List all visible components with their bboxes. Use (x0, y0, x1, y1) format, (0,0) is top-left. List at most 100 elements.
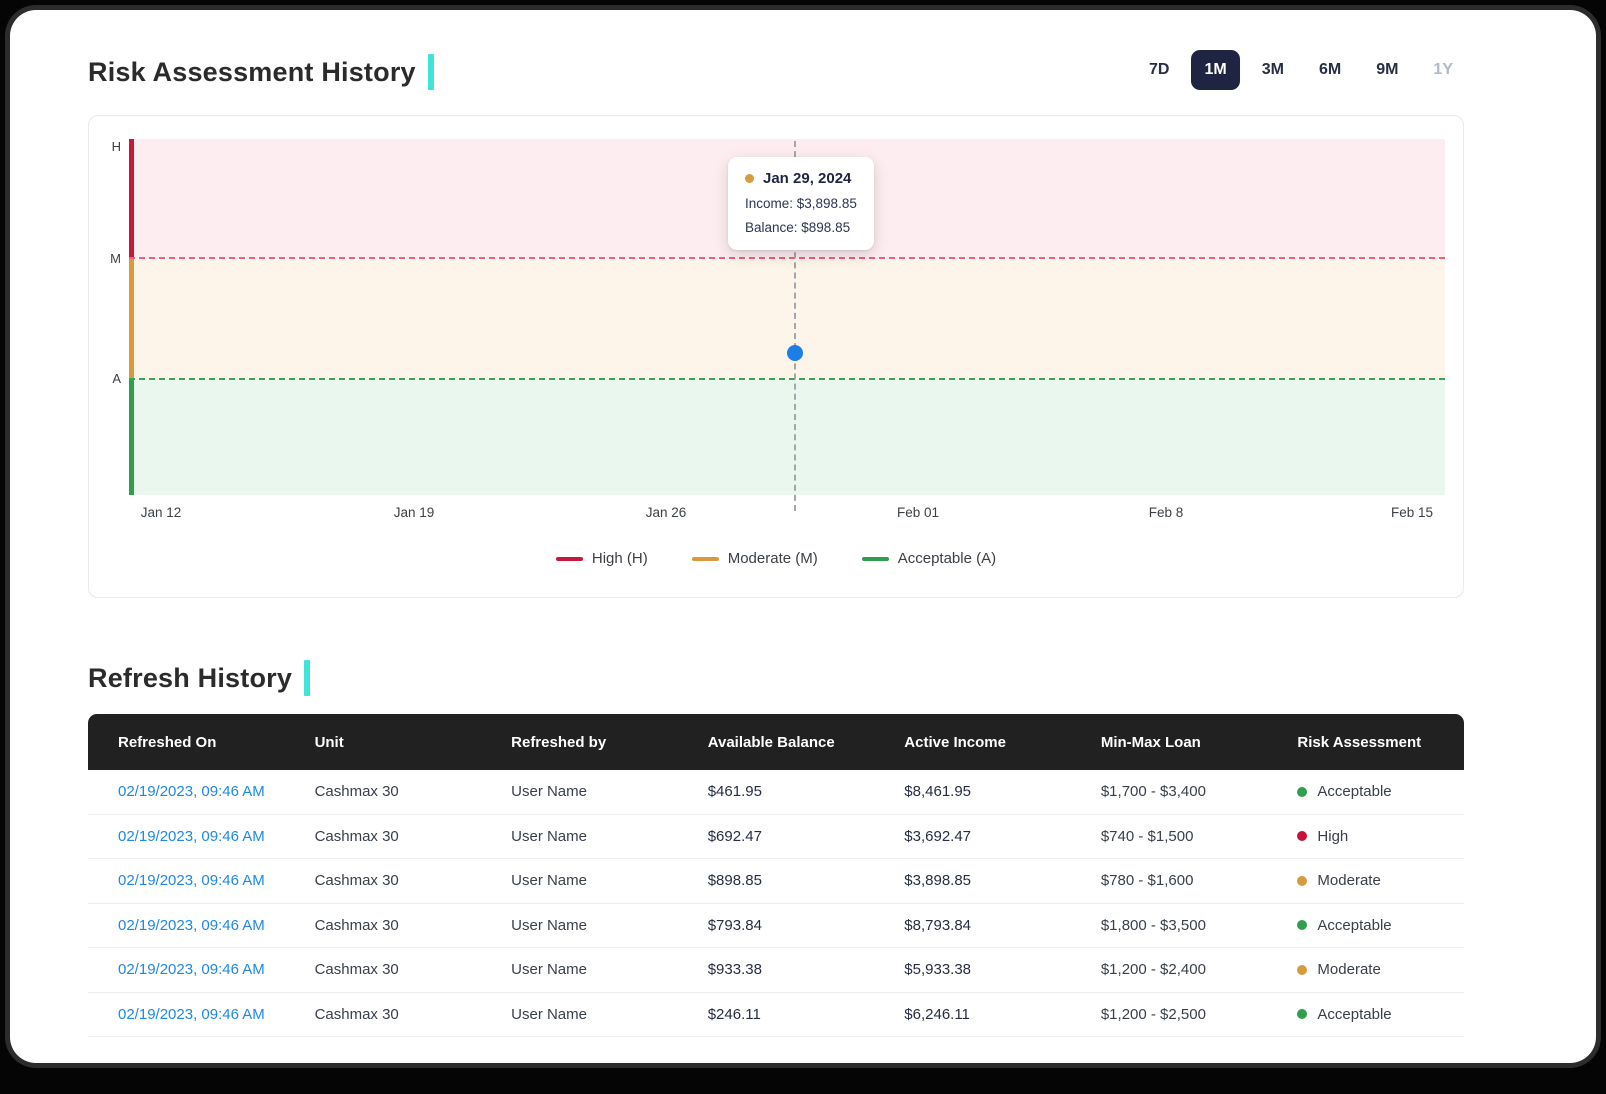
legend-item-acceptable[interactable]: Acceptable (A) (862, 550, 996, 567)
risk-status-label: Acceptable (1317, 1006, 1391, 1023)
min-max-loan-cell: $1,200 - $2,400 (1071, 961, 1268, 978)
table-row: 02/19/2023, 09:46 AM Cashmax 30 User Nam… (88, 859, 1464, 904)
refreshed-on-link[interactable]: 02/19/2023, 09:46 AM (88, 828, 285, 845)
col-header-min-max-loan: Min-Max Loan (1071, 734, 1268, 751)
y-axis-high-segment (129, 139, 134, 258)
time-range-tabs: 7D 1M 3M 6M 9M 1Y (1136, 50, 1466, 90)
refreshed-on-link[interactable]: 02/19/2023, 09:46 AM (88, 783, 285, 800)
risk-section-header: Risk Assessment History (88, 54, 434, 90)
range-tab-6m[interactable]: 6M (1306, 50, 1354, 90)
x-tick-feb-15: Feb 15 (1391, 505, 1433, 520)
table-row: 02/19/2023, 09:46 AM Cashmax 30 User Nam… (88, 904, 1464, 949)
range-tab-9m[interactable]: 9M (1363, 50, 1411, 90)
risk-status-dot-icon (1297, 965, 1307, 975)
col-header-available-balance: Available Balance (678, 734, 875, 751)
risk-status-dot-icon (1297, 787, 1307, 797)
x-tick-feb-01: Feb 01 (897, 505, 939, 520)
active-income-cell: $6,246.11 (874, 1006, 1071, 1023)
table-row: 02/19/2023, 09:46 AM Cashmax 30 User Nam… (88, 770, 1464, 815)
legend-label-high: High (H) (592, 550, 648, 567)
legend-item-moderate[interactable]: Moderate (M) (692, 550, 818, 567)
x-tick-jan-12: Jan 12 (141, 505, 182, 520)
y-axis-acceptable-segment (129, 379, 134, 495)
range-tab-1m[interactable]: 1M (1191, 50, 1239, 90)
y-tick-acceptable: A (99, 371, 121, 386)
legend-line-high-icon (556, 557, 583, 561)
legend-line-moderate-icon (692, 557, 719, 561)
tooltip-date: Jan 29, 2024 (763, 170, 851, 187)
legend-line-acceptable-icon (862, 557, 889, 561)
available-balance-cell: $933.38 (678, 961, 875, 978)
x-tick-jan-19: Jan 19 (394, 505, 435, 520)
min-max-loan-cell: $1,800 - $3,500 (1071, 917, 1268, 934)
unit-cell: Cashmax 30 (285, 783, 482, 800)
risk-status-dot-icon (1297, 1009, 1307, 1019)
range-tab-7d[interactable]: 7D (1136, 50, 1182, 90)
table-row: 02/19/2023, 09:46 AM Cashmax 30 User Nam… (88, 948, 1464, 993)
range-tab-1y[interactable]: 1Y (1420, 50, 1466, 90)
risk-chart-panel: H M A Jan 29, 2024 Income: $3,898.85 Bal… (88, 115, 1464, 598)
refreshed-by-cell: User Name (481, 1006, 678, 1023)
refreshed-by-cell: User Name (481, 828, 678, 845)
risk-assessment-cell: High (1267, 828, 1464, 845)
moderate-risk-band (129, 258, 1445, 379)
active-income-cell: $3,692.47 (874, 828, 1071, 845)
risk-status-label: Moderate (1317, 872, 1380, 889)
tooltip-marker-icon (745, 174, 754, 183)
refresh-history-table: Refreshed On Unit Refreshed by Available… (88, 714, 1464, 1037)
risk-status-label: High (1317, 828, 1348, 845)
legend-label-acceptable: Acceptable (A) (898, 550, 996, 567)
title-accent-bar (304, 660, 310, 696)
refreshed-by-cell: User Name (481, 917, 678, 934)
y-axis-moderate-segment (129, 258, 134, 379)
acceptable-risk-band (129, 379, 1445, 495)
col-header-risk-assessment: Risk Assessment (1267, 734, 1464, 751)
title-accent-bar (428, 54, 434, 90)
risk-status-dot-icon (1297, 920, 1307, 930)
risk-assessment-cell: Moderate (1267, 961, 1464, 978)
refresh-section-title: Refresh History (88, 663, 292, 694)
refreshed-by-cell: User Name (481, 872, 678, 889)
tooltip-balance: Balance: $898.85 (745, 220, 857, 235)
min-max-loan-cell: $740 - $1,500 (1071, 828, 1268, 845)
available-balance-cell: $692.47 (678, 828, 875, 845)
refreshed-on-link[interactable]: 02/19/2023, 09:46 AM (88, 917, 285, 934)
legend-item-high[interactable]: High (H) (556, 550, 648, 567)
table-header-row: Refreshed On Unit Refreshed by Available… (88, 714, 1464, 770)
moderate-threshold-line (129, 257, 1445, 259)
chart-tooltip: Jan 29, 2024 Income: $3,898.85 Balance: … (728, 157, 874, 250)
risk-assessment-cell: Acceptable (1267, 917, 1464, 934)
active-income-cell: $8,461.95 (874, 783, 1071, 800)
tooltip-income: Income: $3,898.85 (745, 196, 857, 211)
dashboard-card: Risk Assessment History 7D 1M 3M 6M 9M 1… (10, 10, 1596, 1063)
y-tick-moderate: M (99, 251, 121, 266)
x-tick-jan-26: Jan 26 (646, 505, 687, 520)
col-header-refreshed-on: Refreshed On (88, 734, 285, 751)
risk-assessment-cell: Moderate (1267, 872, 1464, 889)
refreshed-on-link[interactable]: 02/19/2023, 09:46 AM (88, 961, 285, 978)
x-tick-feb-8: Feb 8 (1149, 505, 1184, 520)
table-row: 02/19/2023, 09:46 AM Cashmax 30 User Nam… (88, 815, 1464, 860)
min-max-loan-cell: $1,200 - $2,500 (1071, 1006, 1268, 1023)
range-tab-3m[interactable]: 3M (1249, 50, 1297, 90)
chart-legend: High (H) Moderate (M) Acceptable (A) (89, 550, 1463, 567)
available-balance-cell: $246.11 (678, 1006, 875, 1023)
unit-cell: Cashmax 30 (285, 961, 482, 978)
risk-assessment-cell: Acceptable (1267, 783, 1464, 800)
refreshed-on-link[interactable]: 02/19/2023, 09:46 AM (88, 1006, 285, 1023)
col-header-unit: Unit (285, 734, 482, 751)
risk-section-title: Risk Assessment History (88, 57, 416, 88)
risk-status-dot-icon (1297, 831, 1307, 841)
refreshed-on-link[interactable]: 02/19/2023, 09:46 AM (88, 872, 285, 889)
risk-assessment-cell: Acceptable (1267, 1006, 1464, 1023)
refreshed-by-cell: User Name (481, 783, 678, 800)
risk-status-label: Moderate (1317, 961, 1380, 978)
acceptable-threshold-line (129, 378, 1445, 380)
data-point-jan-29[interactable] (787, 345, 803, 361)
available-balance-cell: $461.95 (678, 783, 875, 800)
risk-status-dot-icon (1297, 876, 1307, 886)
unit-cell: Cashmax 30 (285, 917, 482, 934)
unit-cell: Cashmax 30 (285, 1006, 482, 1023)
legend-label-moderate: Moderate (M) (728, 550, 818, 567)
tooltip-header: Jan 29, 2024 (745, 170, 857, 187)
